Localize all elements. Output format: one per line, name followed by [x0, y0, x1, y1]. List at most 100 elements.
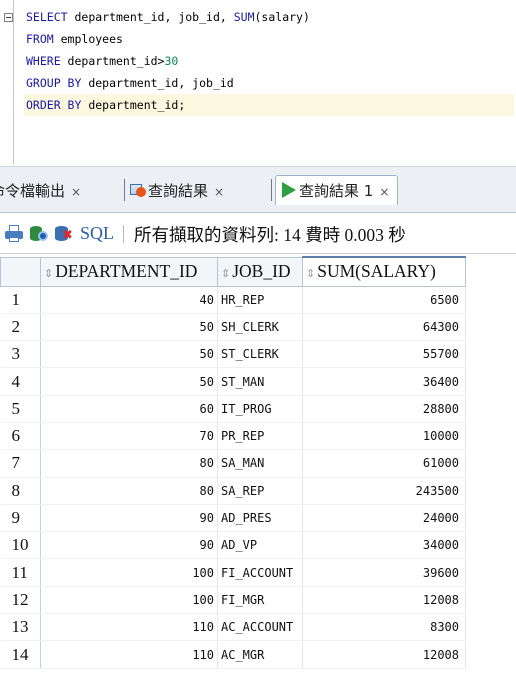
- cell-department-id[interactable]: 100: [40, 558, 218, 587]
- table-row[interactable]: 11 100 FI_ACCOUNT 39600: [0, 558, 466, 587]
- cell-department-id[interactable]: 100: [40, 586, 218, 615]
- cell-department-id[interactable]: 110: [40, 613, 218, 642]
- cell-department-id[interactable]: 70: [40, 422, 218, 451]
- fold-toggle-icon[interactable]: [4, 13, 13, 22]
- cell-job-id[interactable]: SA_REP: [217, 477, 303, 505]
- database-refresh-icon[interactable]: [30, 225, 48, 242]
- table-row[interactable]: 6 70 PR_REP 10000: [0, 422, 466, 451]
- code-line[interactable]: GROUP BY department_id, job_id: [26, 72, 514, 94]
- table-row[interactable]: 10 90 AD_VP 34000: [0, 531, 466, 560]
- cell-sum-salary[interactable]: 6500: [302, 286, 466, 314]
- cell-sum-salary[interactable]: 8300: [302, 613, 466, 642]
- cell-sum-salary[interactable]: 55700: [302, 340, 466, 369]
- row-number[interactable]: 7: [0, 449, 41, 478]
- cell-job-id[interactable]: ST_CLERK: [217, 340, 303, 369]
- cell-sum-salary[interactable]: 61000: [302, 449, 466, 478]
- database-delete-icon[interactable]: ✖: [55, 225, 73, 242]
- cell-department-id[interactable]: 60: [40, 395, 218, 423]
- cell-department-id[interactable]: 110: [40, 640, 218, 669]
- row-number[interactable]: 11: [0, 558, 41, 587]
- column-header-sum-salary[interactable]: ⇕ SUM(SALARY): [302, 256, 466, 287]
- row-number[interactable]: 3: [0, 340, 41, 369]
- column-header-department-id[interactable]: ⇕ DEPARTMENT_ID: [40, 256, 218, 287]
- tab-script-output[interactable]: 命令檔輸出 ×: [0, 180, 81, 202]
- row-number[interactable]: 10: [0, 531, 41, 560]
- row-number[interactable]: 5: [0, 395, 41, 423]
- cell-job-id[interactable]: AC_ACCOUNT: [217, 613, 303, 642]
- cell-sum-salary[interactable]: 34000: [302, 531, 466, 560]
- cell-job-id[interactable]: PR_REP: [217, 422, 303, 451]
- cell-job-id[interactable]: AD_PRES: [217, 504, 303, 533]
- cell-department-id[interactable]: 40: [40, 286, 218, 314]
- row-number[interactable]: 8: [0, 477, 41, 505]
- cell-department-id[interactable]: 80: [40, 449, 218, 478]
- table-row[interactable]: 9 90 AD_PRES 24000: [0, 504, 466, 533]
- cell-department-id[interactable]: 90: [40, 504, 218, 533]
- row-number[interactable]: 14: [0, 640, 41, 669]
- code-line[interactable]: SELECT department_id, job_id, SUM(salary…: [26, 6, 514, 28]
- row-number[interactable]: 6: [0, 422, 41, 451]
- row-number[interactable]: 13: [0, 613, 41, 642]
- table-row[interactable]: 2 50 SH_CLERK 64300: [0, 313, 466, 342]
- cell-department-id[interactable]: 50: [40, 313, 218, 342]
- sort-icon[interactable]: ⇕: [306, 268, 315, 280]
- sql-editor[interactable]: SELECT department_id, job_id, SUM(salary…: [0, 0, 516, 165]
- close-icon[interactable]: ×: [71, 185, 81, 199]
- cell-sum-salary[interactable]: 12008: [302, 586, 466, 615]
- table-row[interactable]: 3 50 ST_CLERK 55700: [0, 340, 466, 369]
- table-row[interactable]: 8 80 SA_REP 243500: [0, 477, 466, 505]
- cell-job-id[interactable]: AC_MGR: [217, 640, 303, 669]
- column-header-job-id[interactable]: ⇕ JOB_ID: [217, 256, 303, 287]
- cell-job-id[interactable]: AD_VP: [217, 531, 303, 560]
- cell-sum-salary[interactable]: 36400: [302, 367, 466, 396]
- cell-department-id[interactable]: 80: [40, 477, 218, 505]
- cell-department-id[interactable]: 90: [40, 531, 218, 560]
- cell-job-id[interactable]: HR_REP: [217, 286, 303, 314]
- cell-job-id[interactable]: IT_PROG: [217, 395, 303, 423]
- cell-sum-salary[interactable]: 12008: [302, 640, 466, 669]
- cell-job-id[interactable]: ST_MAN: [217, 367, 303, 396]
- results-grid[interactable]: ⇕ DEPARTMENT_ID ⇕ JOB_ID ⇕ SUM(SALARY) 1 40 H…: [0, 255, 516, 688]
- tab-query-result[interactable]: 查詢結果 ×: [130, 180, 224, 202]
- cell-sum-salary[interactable]: 243500: [302, 477, 466, 505]
- printer-icon[interactable]: [5, 225, 23, 242]
- row-number[interactable]: 12: [0, 586, 41, 615]
- cell-sum-salary[interactable]: 10000: [302, 422, 466, 451]
- table-row[interactable]: 4 50 ST_MAN 36400: [0, 367, 466, 396]
- cell-job-id[interactable]: FI_MGR: [217, 586, 303, 615]
- table-row[interactable]: 5 60 IT_PROG 28800: [0, 395, 466, 423]
- row-number[interactable]: 9: [0, 504, 41, 533]
- cell-sum-salary[interactable]: 24000: [302, 504, 466, 533]
- sql-button[interactable]: SQL: [80, 223, 114, 244]
- tab-query-result-1[interactable]: 查詢結果 1 ×: [275, 175, 399, 205]
- table-row[interactable]: 1 40 HR_REP 6500: [0, 286, 466, 314]
- sort-icon[interactable]: ⇕: [44, 268, 53, 280]
- table-row[interactable]: 13 110 AC_ACCOUNT 8300: [0, 613, 466, 642]
- code-line[interactable]: FROM employees: [26, 28, 514, 50]
- code-text: employees: [53, 32, 123, 46]
- code-line[interactable]: ORDER BY department_id;: [24, 94, 514, 116]
- cell-job-id[interactable]: SA_MAN: [217, 449, 303, 478]
- tab-script-output-label: 命令檔輸出: [0, 182, 66, 200]
- table-row[interactable]: 7 80 SA_MAN 61000: [0, 449, 466, 478]
- tab-divider: [124, 179, 125, 201]
- cell-sum-salary[interactable]: 39600: [302, 558, 466, 587]
- table-row[interactable]: 12 100 FI_MGR 12008: [0, 586, 466, 615]
- cell-sum-salary[interactable]: 64300: [302, 313, 466, 342]
- row-number[interactable]: 1: [0, 286, 41, 314]
- cell-department-id[interactable]: 50: [40, 367, 218, 396]
- code-line[interactable]: WHERE department_id>30: [26, 50, 514, 72]
- cell-department-id[interactable]: 50: [40, 340, 218, 369]
- close-icon[interactable]: ×: [379, 185, 389, 199]
- row-number[interactable]: 2: [0, 313, 41, 342]
- sort-icon[interactable]: ⇕: [221, 268, 230, 280]
- cell-job-id[interactable]: SH_CLERK: [217, 313, 303, 342]
- cell-job-id[interactable]: FI_ACCOUNT: [217, 558, 303, 587]
- fetch-status: 所有擷取的資料列: 14 費時 0.003 秒: [134, 225, 406, 245]
- sql-code[interactable]: SELECT department_id, job_id, SUM(salary…: [24, 6, 514, 116]
- table-row[interactable]: 14 110 AC_MGR 12008: [0, 640, 466, 669]
- cell-sum-salary[interactable]: 28800: [302, 395, 466, 423]
- row-number[interactable]: 4: [0, 367, 41, 396]
- close-icon[interactable]: ×: [214, 185, 224, 199]
- results-body: 1 40 HR_REP 6500 2 50 SH_CLERK 64300 3 50 ST_CLERK…: [0, 286, 466, 669]
